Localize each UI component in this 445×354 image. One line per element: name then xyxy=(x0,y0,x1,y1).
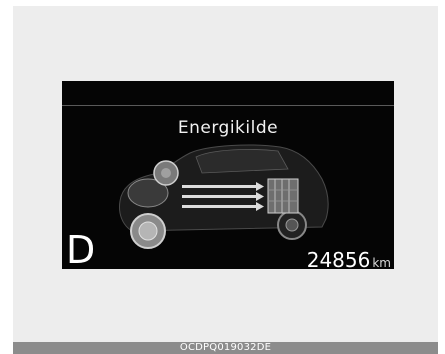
instrument-cluster-display: Energikilde D 24856 km xyxy=(62,81,394,269)
screen-title: Energikilde xyxy=(177,118,279,138)
arrow-right-icon xyxy=(182,182,264,211)
odometer: 24856 km xyxy=(307,248,391,269)
odometer-unit: km xyxy=(372,256,391,269)
car-energy-flow-icon xyxy=(119,144,329,249)
manual-page: Energikilde D 24856 km OCDPQ019032DE xyxy=(0,0,445,354)
display-divider xyxy=(62,105,394,106)
battery-icon xyxy=(267,178,299,214)
window-icon xyxy=(195,149,289,174)
gear-indicator: D xyxy=(66,228,96,269)
odometer-value: 24856 xyxy=(306,248,371,269)
figure-caption: OCDPQ019032DE xyxy=(13,342,438,354)
